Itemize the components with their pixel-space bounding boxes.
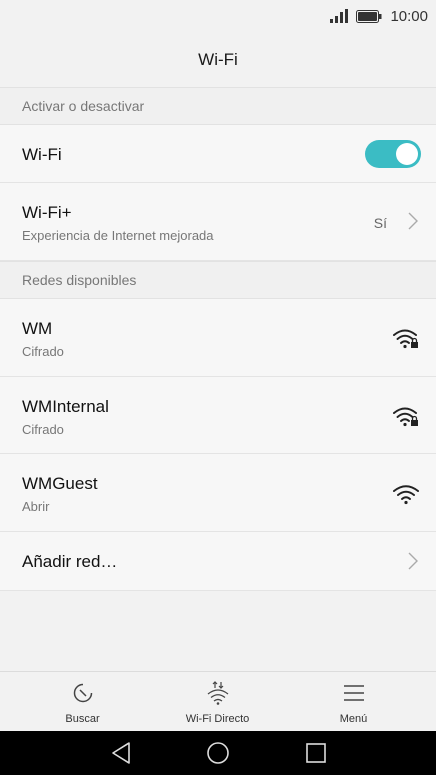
nav-wifi-direct-button[interactable]: Wi-Fi Directo [145, 672, 290, 732]
network-item[interactable]: WMInternal Cifrado [0, 377, 436, 454]
network-name: WMInternal [22, 397, 109, 416]
recents-icon[interactable] [305, 741, 327, 765]
wifi-plus-label: Wi-Fi+ [22, 203, 72, 222]
add-network-row[interactable]: Añadir red… [0, 532, 436, 591]
toggle-knob [396, 143, 418, 165]
network-name: WMGuest [22, 474, 98, 493]
nav-wifi-direct-label: Wi-Fi Directo [185, 713, 250, 725]
section-header-networks: Redes disponibles [0, 261, 436, 299]
chevron-right-icon [408, 552, 418, 570]
refresh-icon [73, 683, 92, 703]
battery-icon [356, 9, 382, 23]
page-title: Wi-Fi [198, 49, 238, 69]
wifi-toggle-label: Wi-Fi [22, 145, 62, 164]
back-icon[interactable] [110, 741, 132, 765]
status-time: 10:00 [390, 7, 428, 25]
bottom-nav: Buscar Wi-Fi Directo Menú [0, 671, 436, 731]
wifi-direct-icon [207, 681, 228, 705]
wifi-plus-subtitle: Experiencia de Internet mejorada [22, 228, 214, 243]
nav-menu-button[interactable]: Menú [281, 672, 426, 732]
wifi-locked-icon [393, 329, 418, 349]
status-icons: 10:00 [330, 7, 428, 25]
network-item[interactable]: WMGuest Abrir [0, 454, 436, 532]
network-security: Cifrado [22, 422, 64, 437]
network-security: Cifrado [22, 344, 64, 359]
menu-icon [343, 685, 364, 701]
wifi-locked-icon [393, 407, 418, 427]
nav-search-button[interactable]: Buscar [10, 672, 155, 732]
wifi-icon [393, 485, 419, 505]
section-header-toggle: Activar o desactivar [0, 87, 436, 125]
wifi-toggle-switch[interactable] [365, 140, 421, 168]
wifi-toggle-row[interactable]: Wi-Fi [0, 125, 436, 183]
wifi-plus-value: Sí [373, 215, 387, 231]
status-bar: 10:00 [0, 0, 436, 32]
signal-icon [330, 9, 349, 23]
chevron-right-icon [408, 212, 418, 230]
network-item[interactable]: WM Cifrado [0, 299, 436, 377]
nav-search-label: Buscar [65, 713, 100, 725]
system-nav-bar [0, 731, 436, 775]
nav-menu-label: Menú [339, 713, 368, 725]
wifi-plus-row[interactable]: Wi-Fi+ Experiencia de Internet mejorada … [0, 183, 436, 261]
network-security: Abrir [22, 499, 50, 514]
home-icon[interactable] [206, 741, 230, 765]
network-name: WM [22, 319, 53, 338]
add-network-label: Añadir red… [22, 552, 118, 571]
